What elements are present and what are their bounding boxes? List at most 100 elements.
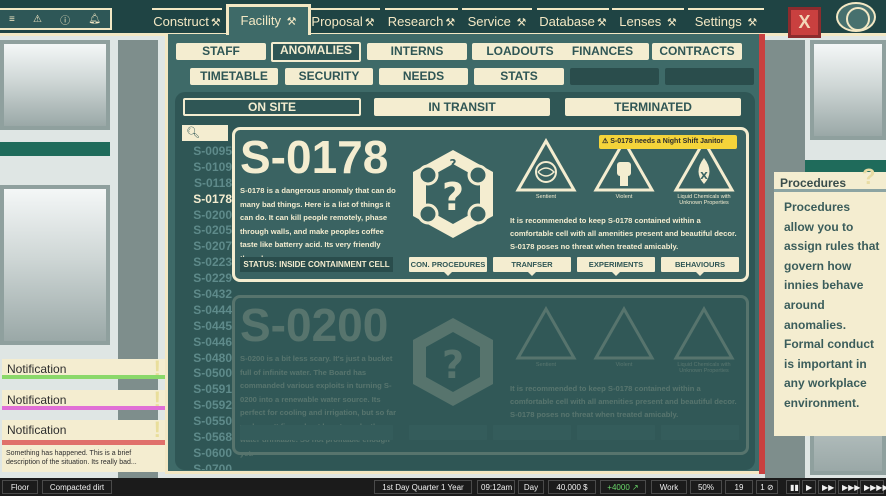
tab-proposal[interactable]: Proposal ⚒ (306, 8, 380, 34)
list-item[interactable]: S-0207 (182, 239, 232, 255)
question-mark-icon: ? (862, 164, 876, 189)
list-item[interactable]: S-0480 (182, 351, 232, 367)
search-field[interactable]: 🔍︎ (182, 125, 228, 141)
trend-up-icon: ↗ (632, 483, 639, 492)
tab-settings[interactable]: Settings ⚒ (688, 8, 764, 34)
tab-service[interactable]: Service ⚒ (462, 8, 532, 34)
fast-forward-button[interactable]: ▶▶ (818, 480, 836, 494)
hammer-icon: ⚒ (666, 17, 677, 29)
globe-icon[interactable] (836, 2, 876, 32)
action-button-placeholder (409, 425, 487, 440)
list-item[interactable]: S-0205 (182, 223, 232, 239)
hammer-icon: ⚒ (445, 17, 456, 29)
fastest-button[interactable]: ▶▶▶▶ (860, 480, 886, 494)
list-item[interactable]: S-0223 (182, 255, 232, 271)
menu-loadouts[interactable]: LOADOUTS (472, 43, 568, 60)
svg-text:?: ? (442, 343, 464, 387)
work-percentage: 50% ⚙ (690, 480, 722, 494)
search-icon: 🔍︎ (186, 127, 200, 139)
svg-text:?: ? (442, 175, 464, 219)
bell-icon[interactable]: 🔔︎ (88, 14, 101, 25)
faster-button[interactable]: ▶▶▶ (838, 480, 860, 494)
list-item[interactable]: S-0550 (182, 414, 232, 430)
anomalies-content: ON SITE IN TRANSIT TERMINATED 🔍︎ S-0095 … (175, 92, 755, 470)
menu-anomalies[interactable]: ANOMALIES (271, 42, 361, 62)
menu-security[interactable]: SECURITY (285, 68, 373, 85)
list-item[interactable]: S-0500 (182, 366, 232, 382)
list-item[interactable]: S-0109 (182, 160, 232, 176)
list-item[interactable]: S-0229 (182, 271, 232, 287)
hazard-label: Liquid Chemicals with Unknown Properties (677, 194, 731, 206)
dollar-icon: $ (583, 483, 588, 492)
list-item[interactable]: S-0444 (182, 303, 232, 319)
menu-staff[interactable]: STAFF (176, 43, 266, 60)
procedures-help-panel: Procedures? Procedures allow you to assi… (774, 164, 886, 436)
system-icons: ≡ ⚠ ⓘ 🔔︎ (0, 8, 112, 30)
pause-button[interactable]: ▮▮ (786, 480, 800, 494)
menu-needs[interactable]: NEEDS (379, 68, 468, 85)
anomaly-description: S-0200 is a bit less scary. It's just a … (240, 354, 397, 458)
list-item[interactable]: S-0432 (182, 287, 232, 303)
list-item[interactable]: S-0095 (182, 144, 232, 160)
tab-construct[interactable]: Construct ⚒ (152, 8, 222, 34)
alert-count[interactable]: 1 ⊘ (756, 480, 778, 494)
subtab-in-transit[interactable]: IN TRANSIT (374, 98, 550, 116)
menu-interns[interactable]: INTERNS (367, 43, 467, 60)
menu-finances[interactable]: FINANCES (556, 43, 649, 60)
tab-lenses[interactable]: Lenses ⚒ (612, 8, 684, 34)
containment-recommendation: It is recommended to keep S-0178 contain… (510, 384, 737, 420)
hammer-icon: ⚒ (516, 17, 527, 29)
svg-text:X: X (700, 171, 708, 182)
con-procedures-button[interactable]: CON. PROCEDURES (409, 257, 487, 276)
svg-text:?: ? (450, 157, 457, 171)
experiments-button[interactable]: EXPERIMENTS (577, 257, 655, 276)
terrain-indicator[interactable]: Compacted dirt 👁︎ (42, 480, 112, 494)
background-window (810, 40, 886, 140)
background-awning (0, 142, 110, 156)
staff-warning-badge[interactable]: ⚠ S-0178 needs a Night Shift Janitor (599, 135, 737, 149)
warning-icon[interactable]: ⚠ (33, 14, 42, 25)
list-item[interactable]: S-0591 (182, 382, 232, 398)
notification[interactable]: Notification ! (2, 387, 165, 412)
menu-stats[interactable]: STATS (474, 68, 564, 85)
play-button[interactable]: ▶ (802, 480, 816, 494)
list-item[interactable]: S-0200 (182, 208, 232, 224)
notification-color-bar (2, 375, 165, 379)
info-icon[interactable]: ⓘ (60, 12, 70, 27)
close-button[interactable]: X (788, 7, 821, 38)
list-item[interactable]: S-0592 (182, 398, 232, 414)
subtab-on-site[interactable]: ON SITE (183, 98, 361, 116)
anomaly-card-next: S-0200 S-0200 is a bit less scary. It's … (232, 295, 749, 458)
list-item[interactable]: S-0118 (182, 176, 232, 192)
list-item[interactable]: S-0600 (182, 446, 232, 462)
list-item[interactable]: S-0178 (182, 192, 232, 208)
list-item[interactable]: S-0446 (182, 335, 232, 351)
behaviours-button[interactable]: BEHAVIOURS (661, 257, 739, 276)
transfer-button[interactable]: TRANFSER (493, 257, 571, 276)
background-window (0, 185, 110, 345)
menu-timetable[interactable]: TIMETABLE (190, 68, 278, 85)
tab-facility[interactable]: Facility ⚒ (226, 4, 311, 35)
tab-research[interactable]: Research ⚒ (385, 8, 458, 34)
notification-expanded[interactable]: Notification ! Something has happened. T… (2, 417, 165, 472)
menu-icon[interactable]: ≡ (9, 14, 15, 25)
action-button-placeholder (577, 425, 655, 440)
work-toggle[interactable]: Work ▦ (651, 480, 687, 494)
notification-message: Something has happened. This is a brief … (6, 450, 137, 466)
notification[interactable]: Notification ! (2, 356, 165, 381)
menu-contracts[interactable]: CONTRACTS (652, 43, 742, 60)
unknown-anomaly-icon: ? (413, 318, 493, 406)
list-item[interactable]: S-0568 (182, 430, 232, 446)
hammer-icon: ⚒ (596, 17, 607, 29)
staff-count[interactable]: 19 🚶︎ (725, 480, 753, 494)
fist-hazard-icon (593, 306, 655, 360)
floor-indicator[interactable]: Floor 10 (2, 480, 38, 494)
status-bar: Floor 10 Compacted dirt 👁︎ 1st Day Quart… (0, 478, 886, 496)
subtab-terminated[interactable]: TERMINATED (565, 98, 741, 116)
hazard-label: Liquid Chemicals with Unknown Properties (677, 362, 731, 374)
list-item[interactable]: S-0445 (182, 319, 232, 335)
notification-color-bar (2, 406, 165, 410)
hammer-icon: ⚒ (364, 17, 375, 29)
tab-database[interactable]: Database ⚒ (537, 8, 609, 34)
list-item[interactable]: S-0700 (182, 462, 232, 470)
